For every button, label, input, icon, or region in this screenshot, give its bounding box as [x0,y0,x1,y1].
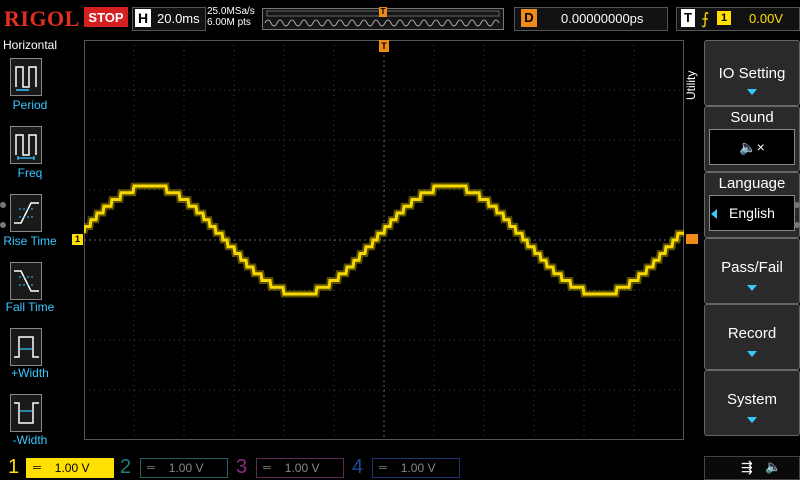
negative-width-label: -Width [12,433,48,447]
system-label: System [726,391,777,408]
channel3-number: 3 [236,456,248,478]
trigger-level-marker[interactable] [686,234,698,244]
channel3-scale: 1.00 V [284,461,320,475]
period-label: Period [12,98,48,112]
language-button[interactable]: Language English [704,172,800,238]
dc-coupling-icon: ═ [147,462,155,474]
trigger-source: 1 [717,11,731,25]
channel4-scale-box: ═ 1.00 V [372,458,460,478]
channel3-scale-box: ═ 1.00 V [256,458,344,478]
freq-label: Freq [17,166,43,180]
rising-edge-icon: ⨍ [701,11,710,28]
language-left-arrow-icon [711,209,717,219]
pass-fail-arrow-icon [747,285,757,291]
fall-time-icon [14,270,39,292]
record-button[interactable]: Record [704,304,800,370]
timebase-box[interactable]: H 20.0ms [132,7,206,31]
freq-icon [15,134,37,160]
pass-fail-button[interactable]: Pass/Fail [704,238,800,304]
right-edge-dot [794,222,800,228]
usb-icon: ⇶ [741,459,753,475]
pass-fail-label: Pass/Fail [721,259,783,276]
horizontal-label: H [135,9,151,27]
delay-value: 0.00000000ps [561,11,644,26]
memory-trigger-marker: T [379,7,387,17]
io-setting-button[interactable]: IO Setting [704,40,800,106]
system-status-box[interactable]: ⇶ 🔈 [704,456,800,480]
channel4-scale: 1.00 V [400,461,436,475]
trigger-box[interactable]: T ⨍ 1 0.00V [676,7,800,31]
delay-box[interactable]: D 0.00000000ps [514,7,668,31]
memory-depth: 6.00M pts [207,17,251,28]
sound-mute-icon: 🔈× [709,129,795,165]
left-menu-title: Horizontal [2,38,58,52]
channel3-status[interactable]: 3 ═ 1.00 V [234,456,346,478]
positive-width-label: +Width [11,366,49,380]
negative-width-icon [14,402,39,424]
channel2-status[interactable]: 2 ═ 1.00 V [118,456,230,478]
timebase-value: 20.0ms [157,11,200,26]
run-stop-indicator[interactable]: STOP [84,7,128,27]
sound-button[interactable]: Sound 🔈× [704,106,800,172]
channel1-scale-box: ═ 1.00 V [26,458,114,478]
right-edge-dot [794,202,800,208]
trigger-position-marker[interactable]: T [379,40,389,52]
dc-coupling-icon: ═ [33,462,41,474]
channel1-scale: 1.00 V [54,461,90,475]
positive-width-icon [14,336,39,358]
rise-time-icon [14,202,39,224]
language-label: Language [718,175,786,192]
period-button[interactable] [10,58,42,96]
dc-coupling-icon: ═ [263,462,271,474]
waveform-grid [80,40,684,440]
right-menu-title: Utility [684,70,698,100]
record-arrow-icon [747,351,757,357]
system-button[interactable]: System [704,370,800,436]
trigger-level: 0.00V [749,11,783,26]
system-arrow-icon [747,417,757,423]
fall-time-label: Fall Time [5,300,55,314]
language-value: English [709,195,795,231]
acquisition-info: 25.0MSa/s 6.00M pts [207,6,259,30]
waveform-display[interactable] [80,40,684,440]
channel1-number: 1 [8,456,20,478]
sample-rate: 25.0MSa/s [207,6,255,17]
io-setting-arrow-icon [747,89,757,95]
freq-button[interactable] [10,126,42,164]
rise-time-button[interactable] [10,194,42,232]
channel4-status[interactable]: 4 ═ 1.00 V [350,456,462,478]
io-setting-label: IO Setting [718,65,786,82]
positive-width-button[interactable] [10,328,42,366]
record-label: Record [727,325,777,342]
rise-time-label: Rise Time [3,234,57,248]
channel2-number: 2 [120,456,132,478]
speaker-mute-icon: 🔈 [765,459,782,474]
channel4-number: 4 [352,456,364,478]
negative-width-button[interactable] [10,394,42,432]
trigger-label: T [681,9,695,27]
channel1-ground-marker[interactable]: 1 [72,234,83,245]
period-icon [15,66,37,91]
dc-coupling-icon: ═ [379,462,387,474]
delay-label: D [521,9,537,27]
channel2-scale: 1.00 V [168,461,204,475]
brand-logo: RIGOL [4,6,80,31]
channel1-status[interactable]: 1 ═ 1.00 V [4,456,116,478]
sound-label: Sound [730,109,774,126]
left-edge-dot [0,222,6,228]
memory-overview-strip[interactable]: T [262,7,504,30]
fall-time-button[interactable] [10,262,42,300]
left-edge-dot [0,202,6,208]
channel2-scale-box: ═ 1.00 V [140,458,228,478]
